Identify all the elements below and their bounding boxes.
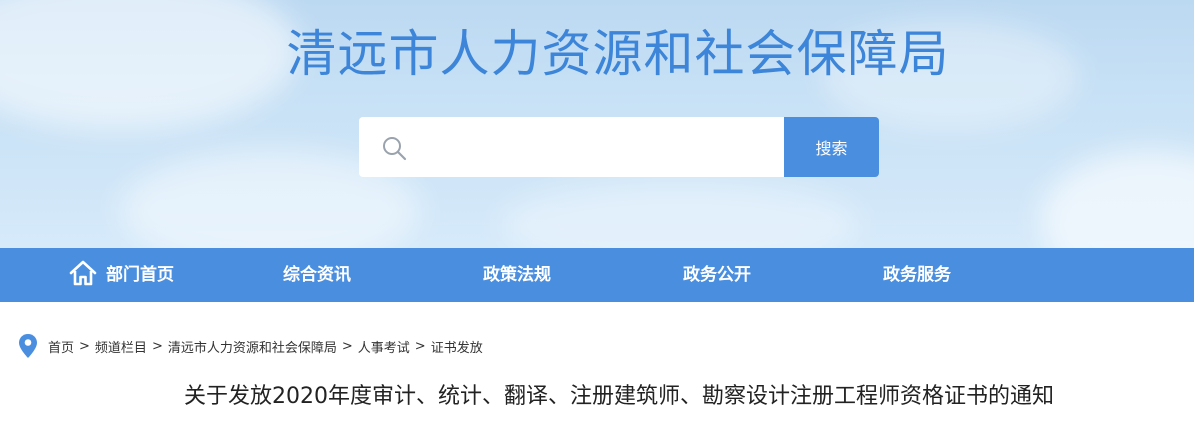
- search-input[interactable]: [419, 129, 769, 165]
- search-button[interactable]: 搜索: [784, 117, 879, 177]
- location-pin-icon: [19, 334, 37, 358]
- cloud-decoration: [500, 180, 860, 248]
- breadcrumb-channels[interactable]: 频道栏目: [95, 337, 147, 356]
- search-box: [359, 117, 785, 177]
- header-banner: 清远市人力资源和社会保障局 搜索: [0, 0, 1194, 248]
- nav-item-news[interactable]: 综合资讯: [283, 248, 351, 302]
- breadcrumb-home[interactable]: 首页: [48, 337, 74, 356]
- breadcrumb: 首页 > 频道栏目 > 清远市人力资源和社会保障局 > 人事考试 > 证书发放: [18, 332, 483, 360]
- breadcrumb-bureau[interactable]: 清远市人力资源和社会保障局: [168, 337, 337, 356]
- search-icon: [383, 137, 407, 161]
- nav-item-label: 部门首页: [106, 265, 174, 285]
- main-navigation: 部门首页 综合资讯 政策法规 政务公开 政务服务: [0, 248, 1194, 302]
- breadcrumb-certificate-issuance[interactable]: 证书发放: [431, 337, 483, 356]
- breadcrumb-separator: >: [414, 338, 426, 354]
- nav-item-services[interactable]: 政务服务: [883, 248, 951, 302]
- breadcrumb-personnel-exams[interactable]: 人事考试: [358, 337, 410, 356]
- site-title: 清远市人力资源和社会保障局: [286, 25, 950, 83]
- home-icon: [69, 260, 97, 286]
- breadcrumb-separator: >: [151, 338, 163, 354]
- article-title: 关于发放2020年度审计、统计、翻译、注册建筑师、勘察设计注册工程师资格证书的通…: [184, 384, 1054, 409]
- breadcrumb-separator: >: [341, 338, 353, 354]
- nav-item-policies[interactable]: 政策法规: [483, 248, 551, 302]
- nav-item-home[interactable]: 部门首页: [68, 248, 174, 302]
- cloud-decoration: [1040, 150, 1194, 248]
- breadcrumb-separator: >: [79, 338, 90, 354]
- nav-item-public-affairs[interactable]: 政务公开: [683, 248, 751, 302]
